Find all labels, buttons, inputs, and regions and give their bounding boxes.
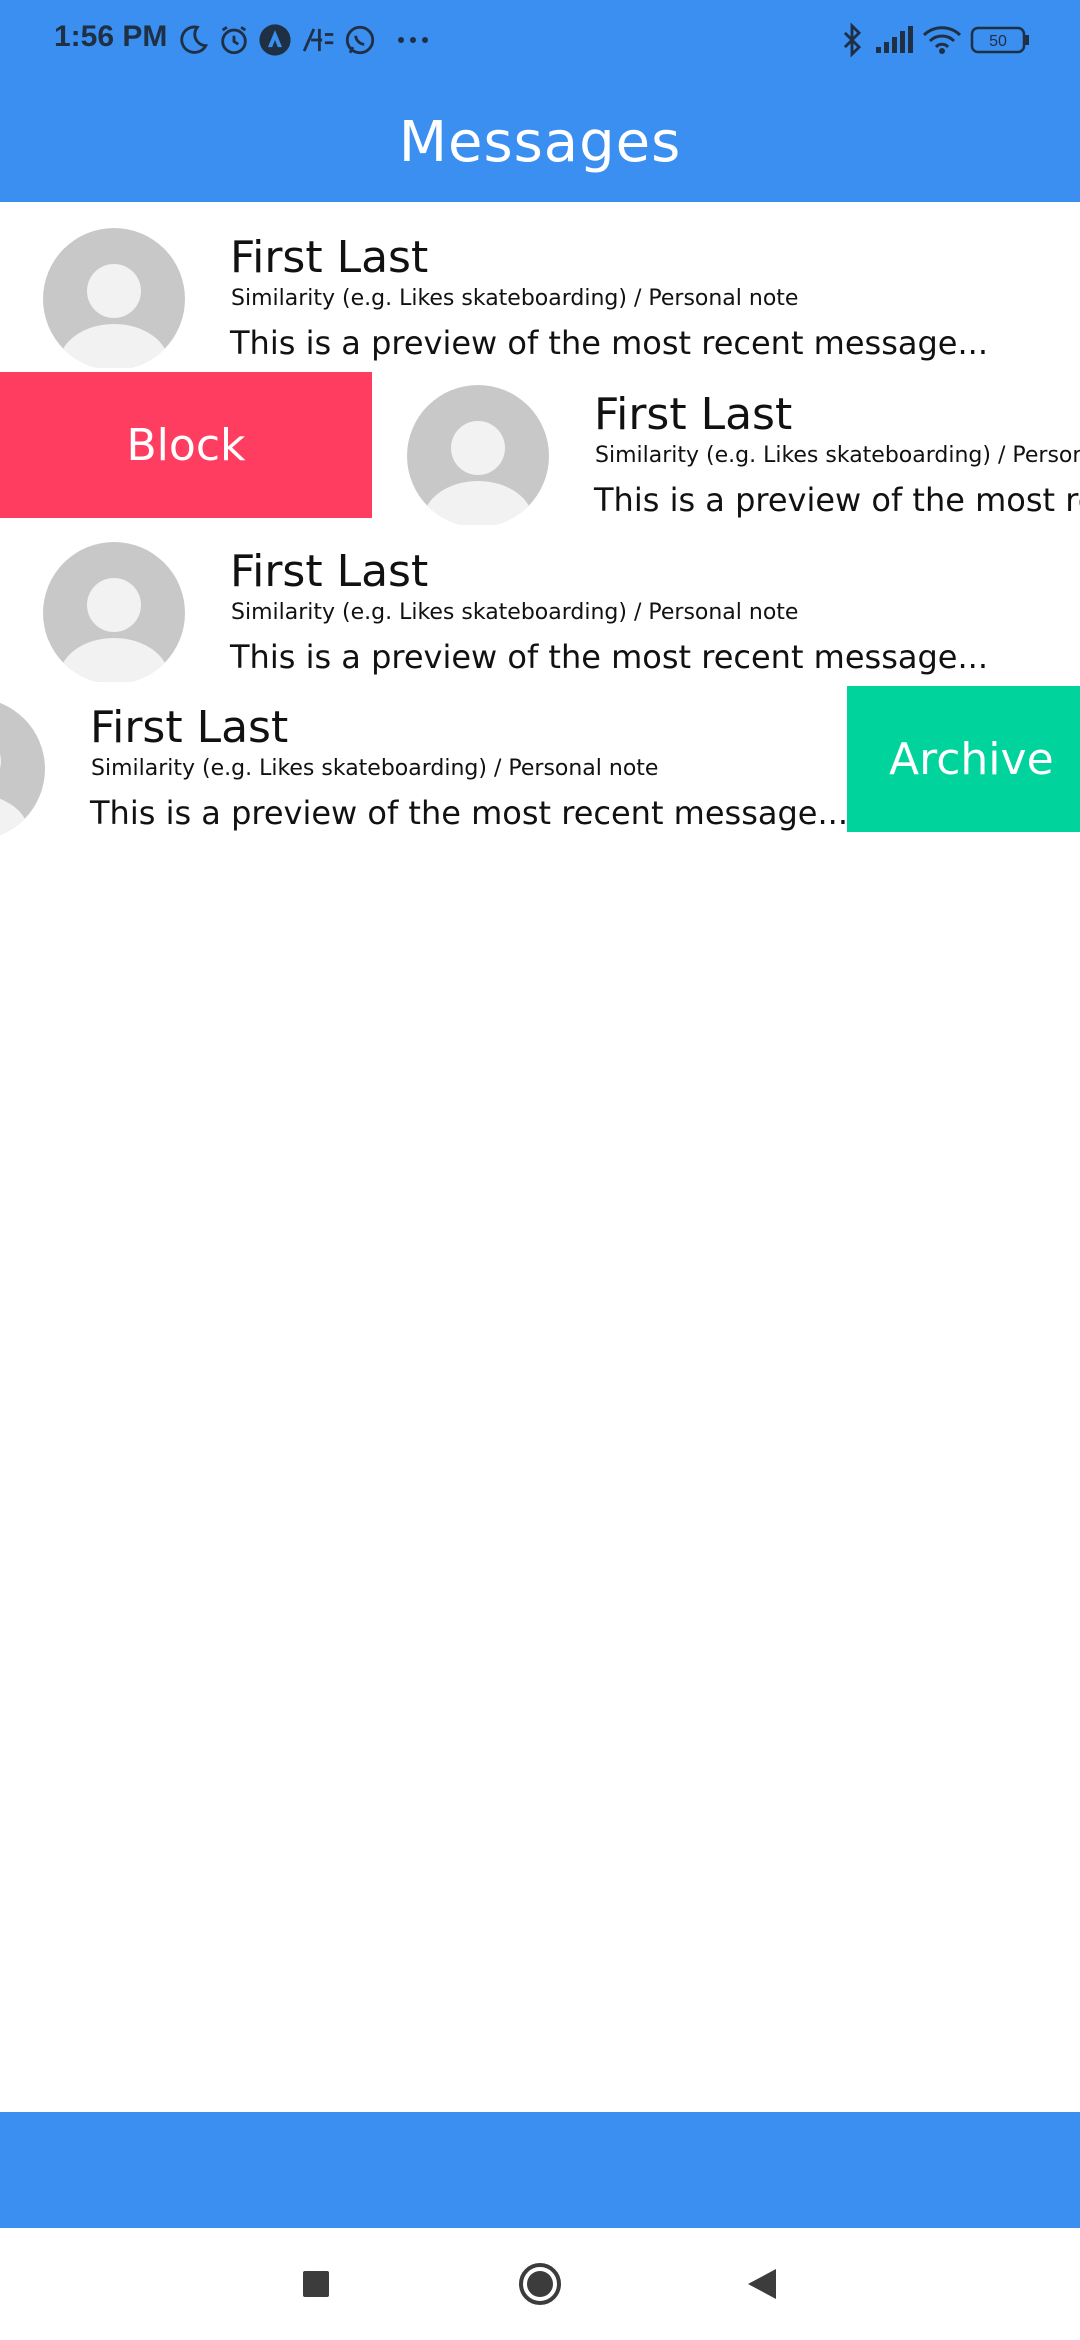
avatar — [0, 698, 45, 838]
message-content[interactable]: First Last Similarity (e.g. Likes skateb… — [364, 369, 1080, 525]
contact-name: First Last — [230, 232, 429, 283]
message-content[interactable]: First Last Similarity (e.g. Likes skateb… — [0, 526, 1080, 682]
nav-app-icon — [258, 22, 292, 58]
contact-name: First Last — [230, 546, 429, 597]
block-label: Block — [126, 419, 246, 471]
similarity-note: Similarity (e.g. Likes skateboarding) / … — [231, 600, 799, 625]
signal-icon — [874, 22, 914, 58]
message-preview: This is a preview of the most recent mes… — [90, 794, 848, 832]
recents-square-icon[interactable] — [256, 2228, 376, 2340]
battery-level: 50 — [989, 33, 1007, 50]
avatar — [43, 228, 185, 368]
message-preview: This is a preview of the most recent mes… — [594, 481, 1080, 519]
similarity-note: Similarity (e.g. Likes skateboarding) / … — [91, 756, 659, 781]
wifi-icon — [922, 22, 962, 58]
alarm-icon — [217, 22, 251, 58]
notification-icon — [300, 22, 336, 58]
status-time: 1:56 PM — [54, 20, 168, 53]
page-title: Messages — [398, 109, 682, 175]
status-bar: 1:56 PM 50 — [0, 0, 1080, 82]
system-nav-bar — [0, 2228, 1080, 2340]
bottom-bar — [0, 2112, 1080, 2228]
bluetooth-icon — [840, 22, 864, 58]
battery-icon: 50 — [970, 22, 1030, 58]
archive-label: Archive — [889, 733, 1054, 785]
message-preview: This is a preview of the most recent mes… — [230, 638, 988, 676]
avatar — [43, 542, 185, 682]
messages-screen: 1:56 PM 50 Messages First Last Similarit… — [0, 0, 1080, 2340]
block-button[interactable]: Block — [0, 372, 372, 518]
message-preview: This is a preview of the most recent mes… — [230, 324, 988, 362]
message-content[interactable]: First Last Similarity (e.g. Likes skateb… — [0, 682, 940, 838]
message-content[interactable]: First Last Similarity (e.g. Likes skateb… — [0, 212, 1080, 368]
back-triangle-icon[interactable] — [702, 2228, 822, 2340]
message-row[interactable]: First Last Similarity (e.g. Likes skateb… — [0, 526, 1080, 682]
contact-name: First Last — [90, 702, 289, 753]
message-row[interactable]: First Last Similarity (e.g. Likes skateb… — [0, 212, 1080, 368]
whatsapp-icon — [343, 22, 377, 58]
similarity-note: Similarity (e.g. Likes skateboarding) / … — [231, 286, 799, 311]
similarity-note: Similarity (e.g. Likes skateboarding) / … — [595, 443, 1080, 468]
home-circle-icon[interactable] — [480, 2228, 600, 2340]
more-dots-icon — [396, 22, 430, 58]
app-header: Messages — [0, 82, 1080, 202]
contact-name: First Last — [594, 389, 793, 440]
moon-icon — [176, 22, 210, 58]
archive-button[interactable]: Archive — [847, 686, 1080, 832]
avatar — [407, 385, 549, 525]
